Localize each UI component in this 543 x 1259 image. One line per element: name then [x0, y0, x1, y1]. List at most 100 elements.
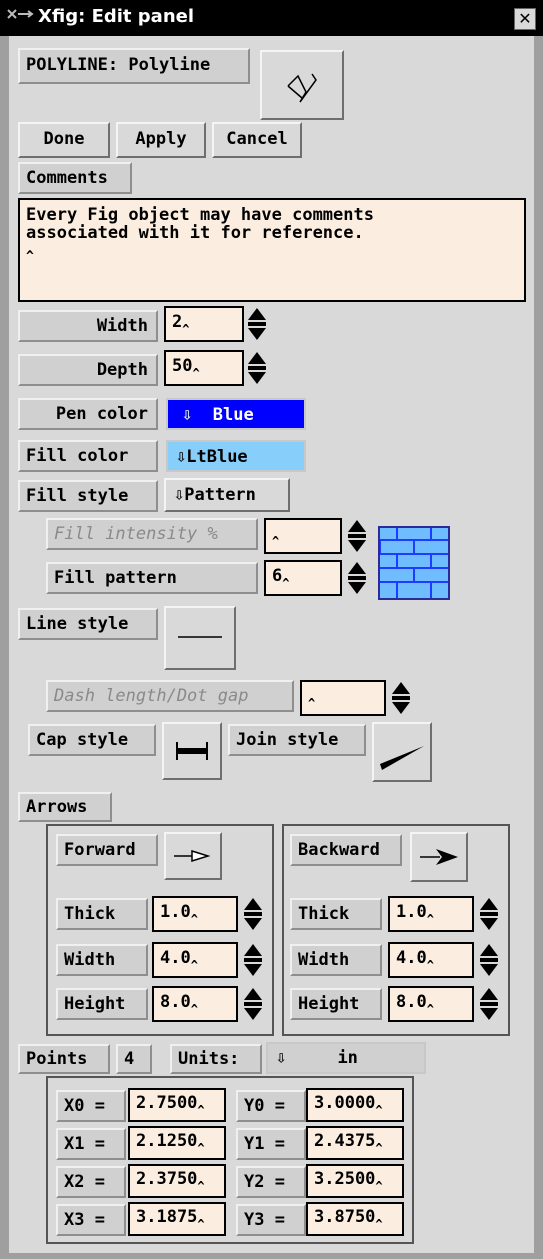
forward-arrow-type-button[interactable]	[164, 832, 222, 880]
pen-color-value: Blue	[212, 405, 254, 425]
cap-style-label: Cap style	[28, 724, 156, 756]
window-menu-icon[interactable]	[6, 6, 36, 28]
pen-color-menu[interactable]: ⇩ Blue	[166, 398, 306, 430]
fill-style-label: Fill style	[18, 480, 158, 512]
forward-width-label: Width	[56, 944, 148, 976]
arrows-label: Arrows	[18, 792, 112, 822]
y2-input[interactable]: 3.2500^	[306, 1164, 404, 1198]
x3-value: 3.1875	[136, 1207, 198, 1227]
backward-thick-label: Thick	[290, 898, 382, 930]
backward-height-input[interactable]: 8.0^	[388, 986, 474, 1022]
down-arrow-icon: ⇩	[276, 1048, 287, 1068]
brick-pattern-icon[interactable]	[378, 526, 450, 600]
backward-thick-input[interactable]: 1.0^	[388, 896, 474, 932]
x0-label: X0 =	[56, 1090, 126, 1122]
comment-line-2: associated with it for reference.	[26, 223, 364, 243]
x3-input[interactable]: 3.1875^	[128, 1202, 226, 1236]
down-arrow-icon: ⇩	[174, 485, 185, 505]
backward-height-label: Height	[290, 988, 382, 1020]
x1-input[interactable]: 2.1250^	[128, 1126, 226, 1160]
depth-input[interactable]: 50^	[164, 350, 244, 386]
y0-input[interactable]: 3.0000^	[306, 1088, 404, 1122]
units-menu[interactable]: ⇩ in	[266, 1042, 426, 1074]
width-spinner[interactable]	[246, 306, 268, 342]
forward-thick-spinner[interactable]	[242, 896, 264, 932]
cap-style-button[interactable]	[162, 722, 222, 780]
comments-textarea[interactable]: Every Fig object may have comments assoc…	[18, 198, 526, 302]
backward-arrow-type-button[interactable]	[410, 832, 468, 882]
down-arrow-icon: ⇩	[182, 405, 193, 425]
x0-value: 2.7500	[136, 1093, 198, 1113]
depth-label: Depth	[18, 354, 158, 386]
fill-intensity-input[interactable]: ^	[264, 518, 342, 554]
fill-style-value: Pattern	[184, 485, 256, 505]
forward-height-spinner[interactable]	[242, 986, 264, 1022]
text-cursor: ^	[26, 249, 34, 264]
backward-width-spinner[interactable]	[478, 942, 500, 978]
y1-label: Y1 =	[236, 1128, 306, 1160]
backward-height-spinner[interactable]	[478, 986, 500, 1022]
x2-label: X2 =	[56, 1166, 126, 1198]
cancel-button[interactable]: Cancel	[212, 122, 302, 158]
points-count: 4	[116, 1044, 152, 1074]
dash-length-spinner[interactable]	[390, 680, 412, 716]
forward-label: Forward	[56, 834, 158, 866]
backward-width-input[interactable]: 4.0^	[388, 942, 474, 978]
backward-width-label: Width	[290, 944, 382, 976]
join-style-button[interactable]	[372, 722, 432, 782]
y1-value: 2.4375	[314, 1131, 376, 1151]
x1-value: 2.1250	[136, 1131, 198, 1151]
forward-height-input[interactable]: 8.0^	[152, 986, 238, 1022]
depth-spinner[interactable]	[246, 350, 268, 386]
fill-style-menu[interactable]: ⇩Pattern	[164, 478, 290, 512]
done-button[interactable]: Done	[18, 122, 110, 158]
y2-value: 3.2500	[314, 1169, 376, 1189]
backward-thick-spinner[interactable]	[478, 896, 500, 932]
line-style-label: Line style	[18, 608, 158, 640]
y0-label: Y0 =	[236, 1090, 306, 1122]
forward-height-value: 8.0	[160, 992, 191, 1012]
forward-thick-input[interactable]: 1.0^	[152, 896, 238, 932]
forward-thick-label: Thick	[56, 898, 148, 930]
pen-color-label: Pen color	[18, 398, 158, 430]
x2-input[interactable]: 2.3750^	[128, 1164, 226, 1198]
y3-label: Y3 =	[236, 1204, 306, 1236]
backward-width-value: 4.0	[396, 948, 427, 968]
fill-intensity-label: Fill intensity %	[46, 518, 258, 550]
backward-label: Backward	[290, 834, 402, 866]
title-bar[interactable]: Xfig: Edit panel ✕	[0, 0, 543, 36]
points-label: Points	[18, 1044, 110, 1074]
width-label: Width	[18, 310, 158, 342]
x2-value: 2.3750	[136, 1169, 198, 1189]
forward-width-input[interactable]: 4.0^	[152, 942, 238, 978]
close-button[interactable]: ✕	[514, 8, 536, 30]
fill-intensity-spinner[interactable]	[346, 518, 368, 554]
forward-width-spinner[interactable]	[242, 942, 264, 978]
units-label: Units:	[170, 1044, 262, 1074]
fill-pattern-label: Fill pattern	[46, 562, 258, 594]
dash-length-input[interactable]: ^	[300, 680, 386, 716]
width-input[interactable]: 2^	[164, 306, 244, 342]
object-type-label: POLYLINE: Polyline	[18, 48, 250, 84]
x1-label: X1 =	[56, 1128, 126, 1160]
comments-label: Comments	[18, 162, 132, 194]
y2-label: Y2 =	[236, 1166, 306, 1198]
comment-line-1: Every Fig object may have comments	[26, 205, 374, 225]
join-style-label: Join style	[228, 724, 366, 756]
fill-pattern-spinner[interactable]	[346, 560, 368, 596]
window-title: Xfig: Edit panel	[38, 6, 195, 27]
y1-input[interactable]: 2.4375^	[306, 1126, 404, 1160]
apply-button[interactable]: Apply	[116, 122, 206, 158]
backward-thick-value: 1.0	[396, 902, 427, 922]
fill-color-menu[interactable]: ⇩LtBlue	[166, 440, 306, 472]
line-style-button[interactable]	[164, 606, 236, 670]
y3-value: 3.8750	[314, 1207, 376, 1227]
x0-input[interactable]: 2.7500^	[128, 1088, 226, 1122]
y3-input[interactable]: 3.8750^	[306, 1202, 404, 1236]
x3-label: X3 =	[56, 1204, 126, 1236]
forward-width-value: 4.0	[160, 948, 191, 968]
fill-color-label: Fill color	[18, 440, 158, 472]
fill-pattern-value: 6	[272, 566, 283, 586]
down-arrow-icon: ⇩	[176, 447, 187, 467]
fill-pattern-input[interactable]: 6^	[264, 560, 342, 596]
